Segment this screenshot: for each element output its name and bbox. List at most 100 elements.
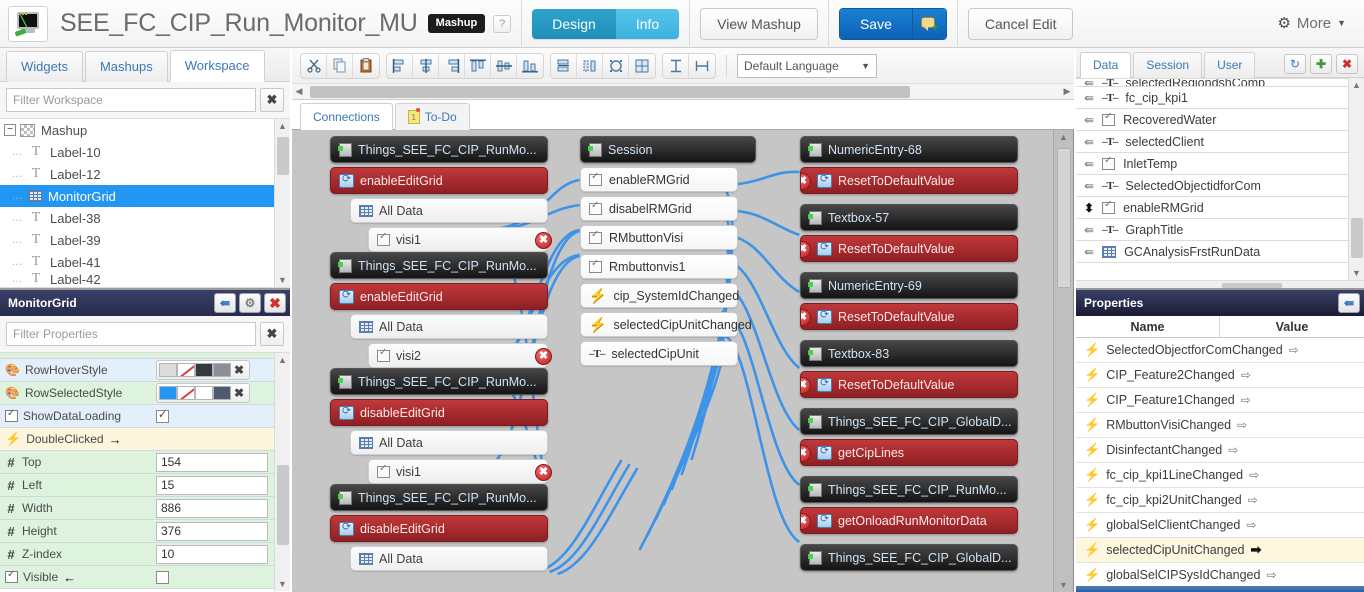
tree-item-label-12[interactable]: … T Label-12 xyxy=(0,163,290,185)
mashup-property-row[interactable]: ⚡ globalSelClientChanged ⇨ xyxy=(1076,513,1364,538)
swatch-text[interactable] xyxy=(195,363,213,377)
align-bottom-icon[interactable] xyxy=(517,53,543,78)
property-row-top[interactable]: # Top 154 xyxy=(0,451,290,474)
zindex-input[interactable]: 10 xyxy=(156,544,268,564)
mashup-property-row[interactable]: ⚡ fc_cip_kpi1LineChanged ⇨ xyxy=(1076,463,1364,488)
refresh-icon[interactable]: ↻ xyxy=(1284,54,1306,74)
cancel-edit-button[interactable]: Cancel Edit xyxy=(967,7,1074,40)
scroll-up-icon[interactable]: ▲ xyxy=(1054,130,1073,144)
connections-canvas[interactable]: Things_SEE_FC_CIP_RunMo... enableEditGri… xyxy=(292,130,1074,592)
property-row-width[interactable]: # Width 886 xyxy=(0,497,290,520)
scroll-down-icon[interactable]: ▼ xyxy=(1054,578,1073,592)
width-input[interactable]: 886 xyxy=(156,498,268,518)
share-icon[interactable]: ⇚ xyxy=(214,293,236,313)
service-row[interactable]: ✖ getOnloadRunMonitorData xyxy=(800,507,1018,534)
clear-x-icon[interactable]: ✖ xyxy=(260,88,284,112)
session-item-rmbuttonvis1[interactable]: Rmbuttonvis1 xyxy=(580,254,738,279)
data-source-row[interactable]: All Data xyxy=(350,546,548,571)
clear-x-icon[interactable]: ✖ xyxy=(260,322,284,346)
data-item-graphtitle[interactable]: ⇚ –T– GraphTitle xyxy=(1076,218,1364,241)
data-item-fc-cip-kpi1[interactable]: ⇚ –T– fc_cip_kpi1 xyxy=(1076,86,1364,109)
entity-header[interactable]: Things_SEE_FC_CIP_RunMo... xyxy=(330,136,548,163)
add-icon[interactable]: ✚ xyxy=(1310,54,1332,74)
service-row[interactable]: ✖ ResetToDefaultValue xyxy=(800,303,1018,330)
scroll-up-icon[interactable]: ▲ xyxy=(1349,78,1364,92)
filter-workspace-input[interactable]: Filter Workspace xyxy=(6,88,256,112)
swatch-border[interactable] xyxy=(213,386,231,400)
error-badge[interactable]: ✖ xyxy=(801,445,811,462)
align-right-icon[interactable] xyxy=(439,53,465,78)
tree-item-label-41[interactable]: … T Label-41 xyxy=(0,251,290,273)
entity-header[interactable]: Things_SEE_FC_CIP_RunMo... xyxy=(800,476,1018,503)
share-icon[interactable]: ⇚ xyxy=(1338,293,1360,313)
collapse-icon[interactable]: − xyxy=(4,124,16,136)
entity-header[interactable]: NumericEntry-69 xyxy=(800,272,1018,299)
error-badge[interactable]: ✖ xyxy=(535,232,552,249)
top-input[interactable]: 154 xyxy=(156,452,268,472)
data-source-row[interactable]: All Data xyxy=(350,430,548,455)
save-with-comment-button[interactable]: + xyxy=(911,8,946,39)
copy-icon[interactable] xyxy=(327,53,353,78)
session-item-disabelrmgrid[interactable]: disabelRMGrid xyxy=(580,196,738,221)
mashup-property-row[interactable]: ⚡ CIP_Feature1Changed ⇨ xyxy=(1076,388,1364,413)
data-list-vertical-scrollbar[interactable]: ▲ ▼ xyxy=(1348,78,1364,280)
service-row[interactable]: ✖ ResetToDefaultValue xyxy=(800,235,1018,262)
align-top-icon[interactable] xyxy=(465,53,491,78)
service-row[interactable]: ✖ ResetToDefaultValue xyxy=(800,371,1018,398)
clear-style-icon[interactable]: ✖ xyxy=(231,386,247,400)
error-badge[interactable]: ✖ xyxy=(801,309,811,326)
target-group-2[interactable]: Textbox-57 ✖ ResetToDefaultValue xyxy=(800,204,1018,262)
data-item-recoveredwater[interactable]: ⇚ RecoveredWater xyxy=(1076,108,1364,131)
tree-item-mashup[interactable]: − Mashup xyxy=(0,119,290,141)
showdataloading-checkbox[interactable] xyxy=(156,408,169,423)
target-group-5[interactable]: Things_SEE_FC_CIP_GlobalD... ✖ getCipLin… xyxy=(800,408,1018,466)
error-badge[interactable]: ✖ xyxy=(801,377,811,394)
property-row-doubleclicked[interactable]: ⚡ DoubleClicked → xyxy=(0,428,290,451)
size-to-fit-icon[interactable] xyxy=(603,53,629,78)
swatch-none[interactable] xyxy=(177,363,195,377)
filter-properties-input[interactable]: Filter Properties xyxy=(6,322,256,346)
data-source-row[interactable]: All Data xyxy=(350,314,548,339)
data-source-row[interactable]: All Data xyxy=(350,198,548,223)
property-row-visible[interactable]: Visible ← xyxy=(0,566,290,589)
field-row[interactable]: visi1 ✖ xyxy=(368,227,552,252)
session-item-rmbuttonvisi[interactable]: RMbuttonVisi xyxy=(580,225,738,250)
error-badge[interactable]: ✖ xyxy=(801,173,811,190)
service-row[interactable]: disableEditGrid xyxy=(330,399,548,426)
toolbar-horizontal-scrollbar[interactable]: ◀ ▶ xyxy=(292,84,1074,100)
property-row-showdataloading[interactable]: ShowDataLoading xyxy=(0,405,290,428)
scroll-right-icon[interactable]: ▶ xyxy=(1060,86,1074,97)
property-row-left[interactable]: # Left 15 xyxy=(0,474,290,497)
cut-icon[interactable] xyxy=(301,53,327,78)
swatch-background[interactable] xyxy=(159,363,177,377)
size-tools[interactable] xyxy=(662,52,716,79)
entity-header[interactable]: Textbox-57 xyxy=(800,204,1018,231)
session-item-selectedcipunitchanged[interactable]: ⚡ selectedCipUnitChanged xyxy=(580,312,752,337)
design-info-toggle[interactable]: Design Info xyxy=(532,8,680,39)
data-item-selectedobjectidforcom[interactable]: ⇚ –T– SelectedObjectidforCom xyxy=(1076,174,1364,197)
swatch-none[interactable] xyxy=(177,386,195,400)
align-middle-icon[interactable] xyxy=(491,53,517,78)
tree-item-label-42[interactable]: … T Label-42 xyxy=(0,273,290,285)
properties-vertical-scrollbar[interactable]: ▲ ▼ xyxy=(274,353,290,591)
session-item-enablermgrid[interactable]: enableRMGrid xyxy=(580,167,738,192)
data-item-inlettemp[interactable]: ⇚ InletTemp xyxy=(1076,152,1364,175)
visible-checkbox[interactable] xyxy=(156,570,169,584)
tree-item-monitorgrid[interactable]: … MonitorGrid xyxy=(0,185,290,207)
target-group-3[interactable]: NumericEntry-69 ✖ ResetToDefaultValue xyxy=(800,272,1018,330)
style-swatches[interactable]: ✖ xyxy=(156,383,250,403)
save-button[interactable]: Save xyxy=(839,8,912,39)
error-badge[interactable]: ✖ xyxy=(535,348,552,365)
workspace-tree[interactable]: − Mashup … T Label-10 … T Label-12 … Mon… xyxy=(0,119,290,287)
property-row-height[interactable]: # Height 376 xyxy=(0,520,290,543)
tree-vertical-scrollbar[interactable]: ▲ ▼ xyxy=(274,119,290,287)
session-item-selectedcipunit[interactable]: –T– selectedCipUnit xyxy=(580,341,738,366)
equal-width-icon[interactable] xyxy=(689,53,715,78)
connection-group-4[interactable]: Things_SEE_FC_CIP_RunMo... disableEditGr… xyxy=(330,484,548,571)
paste-icon[interactable] xyxy=(353,53,379,78)
swatch-background[interactable] xyxy=(159,386,177,400)
scroll-up-icon[interactable]: ▲ xyxy=(275,353,290,367)
target-group-1[interactable]: NumericEntry-68 ✖ ResetToDefaultValue xyxy=(800,136,1018,194)
data-item-selectedclient[interactable]: ⇚ –T– selectedClient xyxy=(1076,130,1364,153)
error-badge[interactable]: ✖ xyxy=(535,464,552,481)
